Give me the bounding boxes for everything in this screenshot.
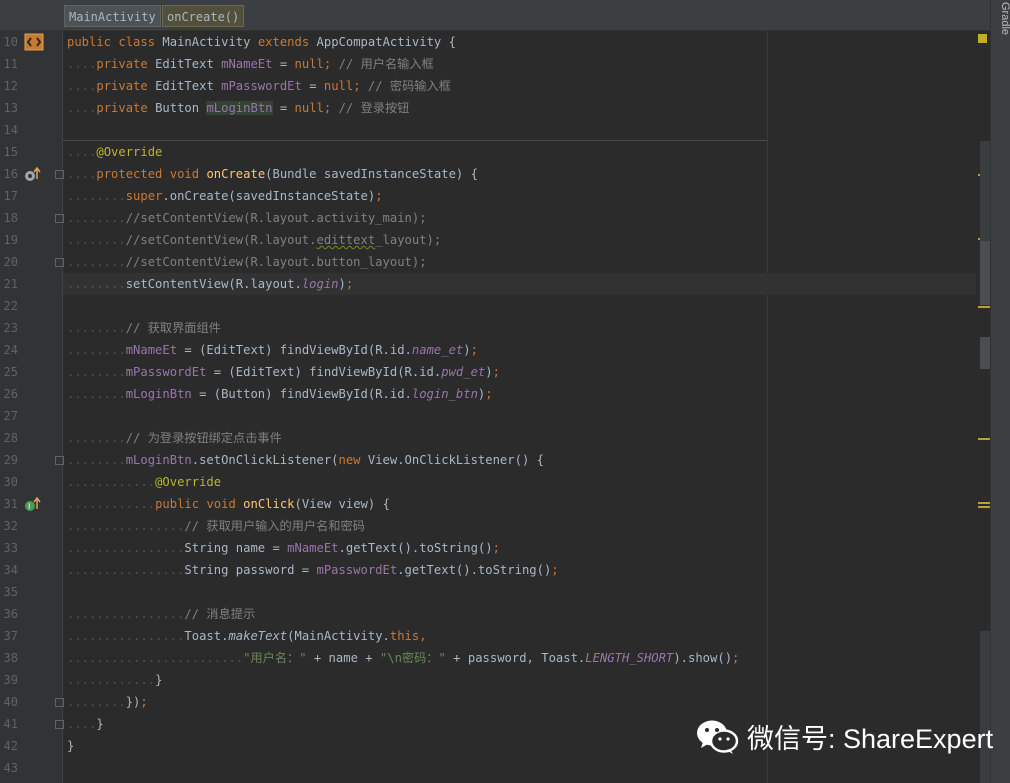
- line-number: 20: [3, 255, 18, 269]
- code-line[interactable]: ....@Override: [63, 141, 162, 163]
- inspection-status-icon[interactable]: [978, 34, 987, 43]
- line-number: 30: [3, 475, 18, 489]
- line-number: 32: [3, 519, 18, 533]
- code-line[interactable]: ........// 获取界面组件: [63, 317, 221, 339]
- line-number: 25: [3, 365, 18, 379]
- line-number: 10: [3, 35, 18, 49]
- code-line[interactable]: ........mLoginBtn.setOnClickListener(new…: [63, 449, 544, 471]
- scrollbar-thumb-active[interactable]: [980, 241, 990, 305]
- stripe-marker[interactable]: [978, 306, 990, 308]
- code-line[interactable]: ................// 消息提示: [63, 603, 255, 625]
- line-number: 24: [3, 343, 18, 357]
- stripe-marker[interactable]: [978, 502, 990, 504]
- line-number: 23: [3, 321, 18, 335]
- line-number: 36: [3, 607, 18, 621]
- gradle-tool-window-bar[interactable]: Gradle: [990, 0, 1010, 783]
- line-number: 26: [3, 387, 18, 401]
- line-number: 16: [3, 167, 18, 181]
- gradle-tab[interactable]: Gradle: [991, 2, 1010, 35]
- code-line[interactable]: ........//setContentView(R.layout.editte…: [63, 229, 441, 251]
- code-line[interactable]: ........// 为登录按钮绑定点击事件: [63, 427, 282, 449]
- line-number: 22: [3, 299, 18, 313]
- line-number: 37: [3, 629, 18, 643]
- error-stripe[interactable]: [976, 31, 990, 783]
- scrollbar-thumb[interactable]: [980, 141, 990, 241]
- code-line[interactable]: ........});: [63, 691, 148, 713]
- code-line[interactable]: ................Toast.makeText(MainActiv…: [63, 625, 427, 647]
- code-line[interactable]: ........super.onCreate(savedInstanceStat…: [63, 185, 383, 207]
- code-line[interactable]: ....private EditText mNameEt = null; // …: [63, 53, 434, 75]
- line-number: 39: [3, 673, 18, 687]
- code-line[interactable]: public class MainActivity extends AppCom…: [63, 31, 456, 53]
- line-number: 28: [3, 431, 18, 445]
- line-number: 18: [3, 211, 18, 225]
- code-line[interactable]: ................String password = mPassw…: [63, 559, 559, 581]
- implement-method-icon[interactable]: I: [24, 495, 42, 513]
- breadcrumb-method[interactable]: onCreate(): [162, 5, 245, 27]
- code-line-current[interactable]: ........setContentView(R.layout.login);: [63, 273, 353, 295]
- line-number: 31: [3, 497, 18, 511]
- line-number: 17: [3, 189, 18, 203]
- breadcrumb-class[interactable]: MainActivity: [64, 5, 161, 27]
- line-number: 41: [3, 717, 18, 731]
- watermark: 微信号: ShareExpert: [695, 716, 993, 756]
- code-line[interactable]: ....private EditText mPasswordEt = null;…: [63, 75, 451, 97]
- stripe-marker[interactable]: [978, 438, 990, 440]
- line-number: 21: [3, 277, 18, 291]
- line-number: 40: [3, 695, 18, 709]
- code-line[interactable]: }: [63, 735, 74, 757]
- code-line[interactable]: ............@Override: [63, 471, 221, 493]
- code-line[interactable]: ............}: [63, 669, 162, 691]
- code-editor[interactable]: public class MainActivity extends AppCom…: [63, 31, 980, 783]
- line-number: 43: [3, 761, 18, 775]
- watermark-text: 微信号: ShareExpert: [747, 723, 994, 754]
- line-number: 34: [3, 563, 18, 577]
- code-line[interactable]: ................String name = mNameEt.ge…: [63, 537, 500, 559]
- stripe-marker[interactable]: [978, 506, 990, 508]
- line-number: 11: [3, 57, 18, 71]
- line-number: 14: [3, 123, 18, 137]
- line-number: 12: [3, 79, 18, 93]
- code-line[interactable]: ....private Button mLoginBtn = null; // …: [63, 97, 409, 119]
- class-icon[interactable]: [24, 33, 44, 51]
- code-line[interactable]: ....protected void onCreate(Bundle saved…: [63, 163, 478, 185]
- line-number: 13: [3, 101, 18, 115]
- code-line[interactable]: ........//setContentView(R.layout.activi…: [63, 207, 427, 229]
- breadcrumb: MainActivity onCreate(): [0, 0, 990, 31]
- line-number: 15: [3, 145, 18, 159]
- line-number: 42: [3, 739, 18, 753]
- code-line[interactable]: ........mPasswordEt = (EditText) findVie…: [63, 361, 500, 383]
- wechat-logo-icon: [697, 720, 739, 754]
- line-number: 19: [3, 233, 18, 247]
- line-number: 33: [3, 541, 18, 555]
- code-line[interactable]: ............public void onClick(View vie…: [63, 493, 390, 515]
- code-line[interactable]: ................// 获取用户输入的用户名和密码: [63, 515, 365, 537]
- scroll-track[interactable]: [980, 631, 990, 783]
- code-line[interactable]: ........//setContentView(R.layout.button…: [63, 251, 427, 273]
- line-number: 29: [3, 453, 18, 467]
- line-number: 35: [3, 585, 18, 599]
- svg-text:I: I: [28, 502, 30, 511]
- scroll-marker[interactable]: [980, 337, 990, 369]
- code-line[interactable]: ........mLoginBtn = (Button) findViewByI…: [63, 383, 493, 405]
- code-line[interactable]: ....}: [63, 713, 104, 735]
- override-method-icon[interactable]: [24, 165, 42, 183]
- line-number: 38: [3, 651, 18, 665]
- line-number: 27: [3, 409, 18, 423]
- method-separator: [63, 140, 767, 141]
- code-line[interactable]: ........mNameEt = (EditText) findViewByI…: [63, 339, 478, 361]
- editor-gutter: 10 11 12 13 14 15 16 17 18 19 20 21 22 2…: [0, 31, 64, 783]
- code-line[interactable]: ........................"用户名：" + name + …: [63, 647, 739, 669]
